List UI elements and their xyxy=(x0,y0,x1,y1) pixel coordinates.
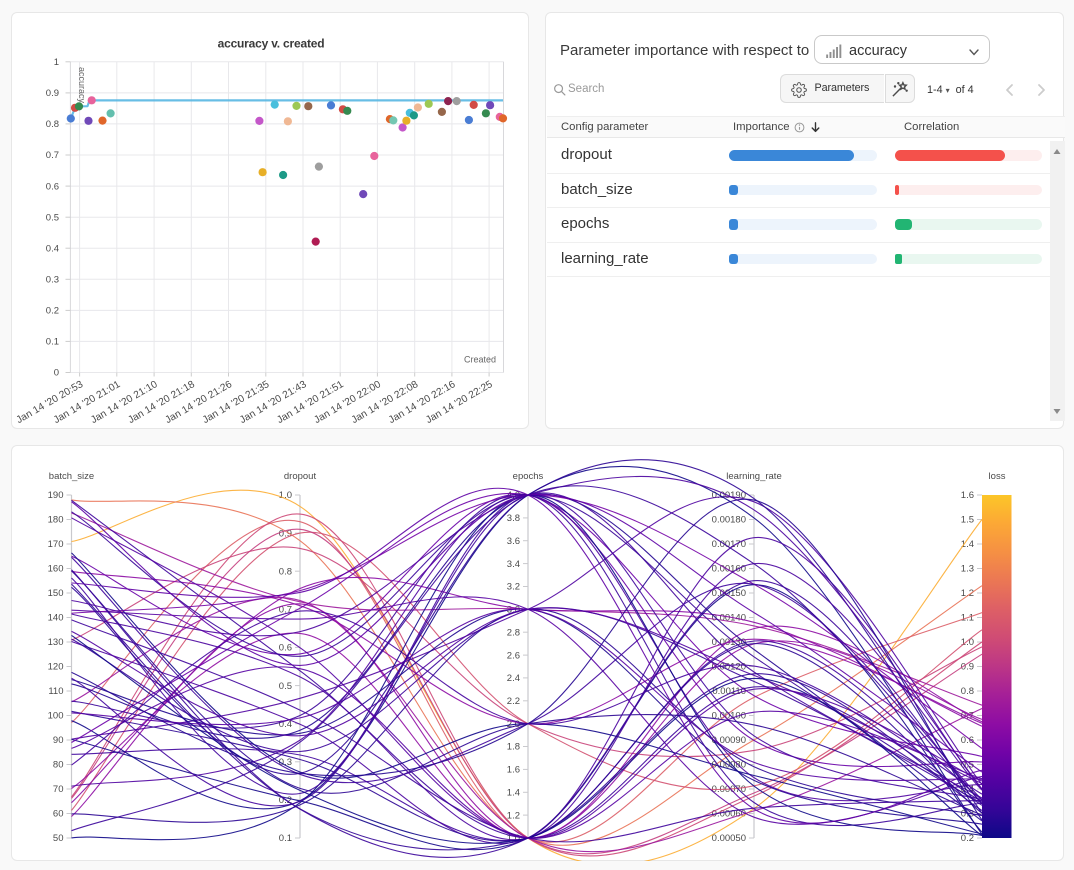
svg-text:70: 70 xyxy=(53,784,64,795)
svg-text:100: 100 xyxy=(48,711,64,722)
svg-text:60: 60 xyxy=(53,809,64,820)
svg-text:120: 120 xyxy=(48,662,64,673)
svg-text:1.3: 1.3 xyxy=(961,564,974,575)
svg-text:Created: Created xyxy=(464,355,496,365)
svg-text:2.8: 2.8 xyxy=(507,627,520,638)
svg-text:0.8: 0.8 xyxy=(961,686,974,697)
svg-text:learning_rate: learning_rate xyxy=(726,471,781,482)
svg-text:190: 190 xyxy=(48,490,64,501)
svg-text:150: 150 xyxy=(48,588,64,599)
svg-text:3.8: 3.8 xyxy=(507,513,520,524)
svg-text:80: 80 xyxy=(53,760,64,771)
svg-text:0.5: 0.5 xyxy=(279,681,292,692)
svg-text:0.8: 0.8 xyxy=(279,566,292,577)
svg-text:accuracy v. created: accuracy v. created xyxy=(218,37,325,51)
svg-text:2.4: 2.4 xyxy=(507,673,520,684)
svg-text:3.2: 3.2 xyxy=(507,582,520,593)
svg-text:160: 160 xyxy=(48,564,64,575)
svg-text:batch_size: batch_size xyxy=(49,471,94,482)
svg-text:140: 140 xyxy=(48,613,64,624)
svg-text:0.6: 0.6 xyxy=(46,181,59,192)
svg-text:1.4: 1.4 xyxy=(961,539,974,550)
svg-text:50: 50 xyxy=(53,833,64,844)
svg-text:dropout: dropout xyxy=(284,471,317,482)
svg-text:0.1: 0.1 xyxy=(279,833,292,844)
svg-text:1.6: 1.6 xyxy=(507,765,520,776)
svg-text:Jan 14 '20 22:25: Jan 14 '20 22:25 xyxy=(424,379,495,426)
svg-text:0.00160: 0.00160 xyxy=(712,564,746,575)
svg-text:0: 0 xyxy=(54,368,59,379)
svg-text:3.4: 3.4 xyxy=(507,559,520,570)
svg-text:2.6: 2.6 xyxy=(507,650,520,661)
svg-text:2.2: 2.2 xyxy=(507,696,520,707)
svg-text:1.0: 1.0 xyxy=(279,490,292,501)
svg-text:0.5: 0.5 xyxy=(46,212,59,223)
svg-text:0.00050: 0.00050 xyxy=(712,833,746,844)
svg-text:3.6: 3.6 xyxy=(507,536,520,547)
svg-text:0.6: 0.6 xyxy=(279,643,292,654)
svg-text:1.2: 1.2 xyxy=(507,810,520,821)
svg-text:0.7: 0.7 xyxy=(46,150,59,161)
svg-text:epochs: epochs xyxy=(513,471,544,482)
svg-text:accuracy: accuracy xyxy=(77,67,87,104)
svg-text:1: 1 xyxy=(54,57,59,68)
svg-text:1.0: 1.0 xyxy=(961,637,974,648)
svg-text:90: 90 xyxy=(53,735,64,746)
svg-text:0.3: 0.3 xyxy=(46,275,59,286)
svg-text:1.6: 1.6 xyxy=(961,490,974,501)
svg-text:130: 130 xyxy=(48,637,64,648)
svg-text:1.4: 1.4 xyxy=(507,788,520,799)
svg-text:170: 170 xyxy=(48,539,64,550)
svg-text:0.1: 0.1 xyxy=(46,337,59,348)
svg-text:0.9: 0.9 xyxy=(46,88,59,99)
svg-text:0.2: 0.2 xyxy=(961,833,974,844)
svg-text:110: 110 xyxy=(48,686,63,697)
svg-text:1.8: 1.8 xyxy=(507,742,520,753)
svg-text:180: 180 xyxy=(48,515,64,526)
svg-text:loss: loss xyxy=(989,471,1006,482)
svg-text:1.2: 1.2 xyxy=(961,588,974,599)
svg-text:0.8: 0.8 xyxy=(46,119,59,130)
svg-text:0.4: 0.4 xyxy=(46,243,59,254)
svg-text:1.5: 1.5 xyxy=(961,515,974,526)
svg-text:0.2: 0.2 xyxy=(46,306,59,317)
svg-text:0.00180: 0.00180 xyxy=(712,515,746,526)
